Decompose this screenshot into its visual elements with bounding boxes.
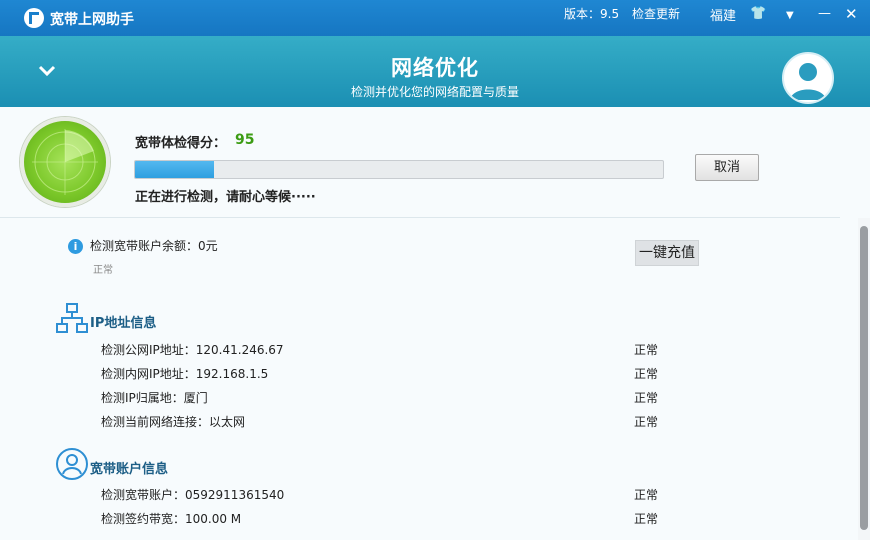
scan-progress-bar bbox=[134, 160, 664, 179]
scan-status-text: 正在进行检测，请耐心等候····· bbox=[135, 190, 316, 205]
account-section-title: 宽带账户信息 bbox=[90, 462, 169, 477]
cancel-button[interactable]: 取消 bbox=[695, 154, 759, 181]
title-bar: 宽带上网助手 版本：9.5 检查更新 福建 👕 ▼ — ✕ bbox=[0, 0, 870, 36]
account-row-status: 正常 bbox=[634, 488, 659, 502]
page-subtitle: 检测并优化您的网络配置与质量 bbox=[350, 85, 519, 99]
check-update-link[interactable]: 检查更新 bbox=[632, 5, 680, 22]
radar-scan-icon bbox=[20, 117, 110, 207]
scan-progress-fill bbox=[135, 161, 215, 178]
user-account-icon bbox=[56, 448, 88, 480]
info-icon: i bbox=[68, 239, 83, 254]
skin-shirt-icon[interactable]: 👕 bbox=[750, 4, 766, 24]
ip-row-status: 正常 bbox=[634, 391, 659, 405]
ip-section-title: IP地址信息 bbox=[90, 316, 157, 331]
ip-row-status: 正常 bbox=[634, 415, 659, 429]
account-row-text: 检测签约带宽：100.00 M bbox=[101, 512, 242, 526]
user-avatar-icon[interactable] bbox=[782, 52, 834, 104]
recharge-button[interactable]: 一键充值 bbox=[635, 240, 699, 266]
account-row-status: 正常 bbox=[634, 512, 659, 526]
menu-dropdown-icon[interactable]: ▼ bbox=[786, 6, 794, 26]
app-logo-icon bbox=[24, 8, 44, 28]
ip-row-text: 检测当前网络连接：以太网 bbox=[101, 415, 246, 429]
balance-status-note: 正常 bbox=[93, 265, 113, 276]
region-selector[interactable]: 福建 bbox=[710, 5, 736, 24]
account-row-text: 检测宽带账户：0592911361540 bbox=[101, 488, 285, 502]
score-value: 95 bbox=[235, 132, 255, 148]
close-button[interactable]: ✕ bbox=[845, 4, 858, 24]
balance-check-text: 检测宽带账户余额：0元 bbox=[90, 239, 218, 253]
check-results-list[interactable]: i 检测宽带账户余额：0元 正常 一键充值 IP地址信息 检测公网IP地址：12… bbox=[0, 218, 858, 540]
scrollbar-thumb[interactable] bbox=[860, 226, 868, 530]
ip-row-text: 检测内网IP地址：192.168.1.5 bbox=[101, 367, 269, 381]
score-label: 宽带体检得分： bbox=[135, 136, 227, 151]
ip-row-text: 检测公网IP地址：120.41.246.67 bbox=[101, 343, 284, 357]
version-label: 版本：9.5 bbox=[564, 7, 620, 21]
app-title: 宽带上网助手 bbox=[50, 12, 134, 28]
page-header: 网络优化 检测并优化您的网络配置与质量 bbox=[0, 36, 870, 107]
page-title: 网络优化 bbox=[391, 56, 479, 80]
ip-row-status: 正常 bbox=[634, 367, 659, 381]
network-topology-icon bbox=[56, 303, 88, 333]
ip-row-status: 正常 bbox=[634, 343, 659, 357]
minimize-button[interactable]: — bbox=[818, 4, 831, 24]
ip-row-text: 检测IP归属地：厦门 bbox=[101, 391, 208, 405]
